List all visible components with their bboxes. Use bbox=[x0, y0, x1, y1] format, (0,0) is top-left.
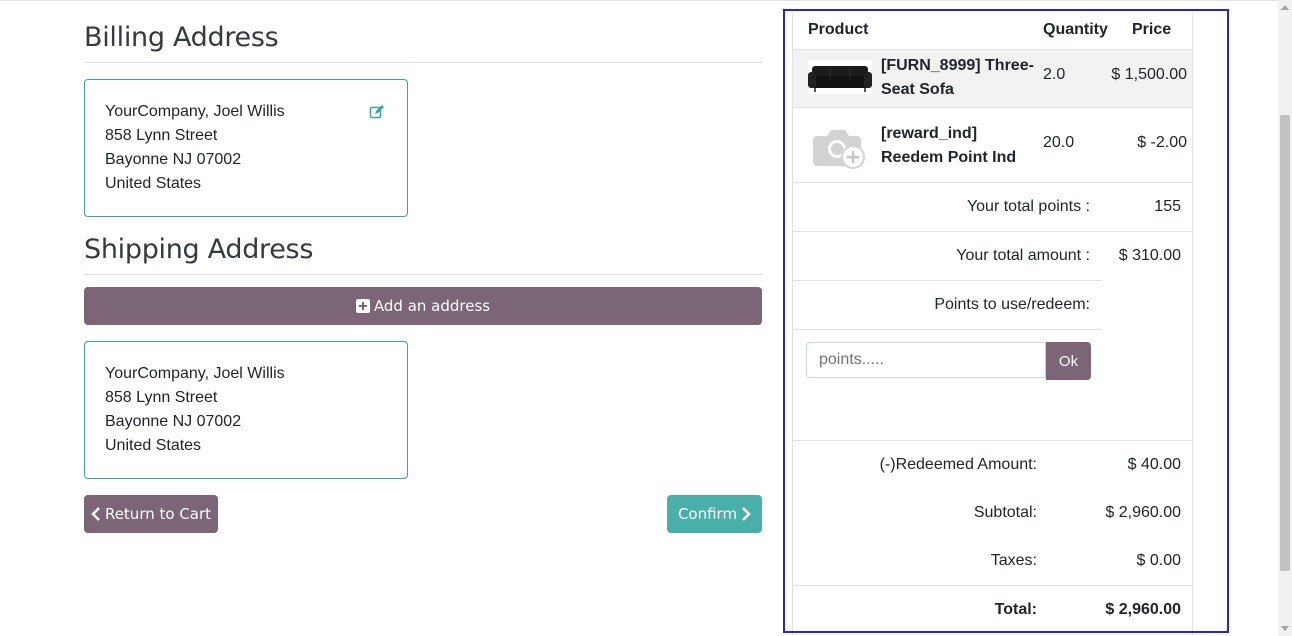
shipping-divider bbox=[84, 274, 762, 275]
add-address-label: Add an address bbox=[373, 297, 491, 315]
billing-line-3: Bayonne NJ 07002 bbox=[105, 151, 242, 168]
billing-title: Billing Address bbox=[84, 22, 279, 53]
top-divider bbox=[0, 0, 1278, 1]
billing-address-lines: YourCompany, Joel Willis 858 Lynn Street… bbox=[105, 100, 285, 196]
shipping-line-1: YourCompany, Joel Willis bbox=[105, 365, 285, 382]
billing-line-4: United States bbox=[105, 175, 202, 192]
shipping-title: Shipping Address bbox=[84, 234, 314, 265]
edit-icon[interactable] bbox=[369, 104, 385, 120]
shipping-line-4: United States bbox=[105, 437, 202, 454]
confirm-button[interactable]: Confirm bbox=[667, 495, 762, 533]
return-to-cart-button[interactable]: Return to Cart bbox=[84, 495, 218, 533]
shipping-line-3: Bayonne NJ 07002 bbox=[105, 413, 242, 430]
billing-line-1: YourCompany, Joel Willis bbox=[105, 103, 285, 120]
order-summary-highlight bbox=[783, 9, 1229, 633]
add-address-button[interactable]: Add an address bbox=[84, 287, 762, 325]
billing-address-card: YourCompany, Joel Willis 858 Lynn Street… bbox=[84, 79, 408, 217]
shipping-address-lines: YourCompany, Joel Willis 858 Lynn Street… bbox=[105, 362, 285, 458]
billing-line-2: 858 Lynn Street bbox=[105, 127, 218, 144]
scroll-down-arrow-icon[interactable] bbox=[1281, 626, 1289, 631]
scroll-thumb[interactable] bbox=[1280, 115, 1290, 571]
chevron-left-icon bbox=[91, 507, 100, 521]
plus-square-icon bbox=[355, 299, 370, 313]
billing-divider bbox=[84, 62, 762, 63]
shipping-line-2: 858 Lynn Street bbox=[105, 389, 218, 406]
page-scrollbar[interactable] bbox=[1278, 0, 1292, 636]
confirm-label: Confirm bbox=[677, 505, 738, 523]
chevron-right-icon bbox=[742, 507, 751, 521]
return-to-cart-label: Return to Cart bbox=[104, 505, 212, 523]
shipping-address-card[interactable]: YourCompany, Joel Willis 858 Lynn Street… bbox=[84, 341, 408, 479]
scroll-up-arrow-icon[interactable] bbox=[1281, 5, 1289, 10]
